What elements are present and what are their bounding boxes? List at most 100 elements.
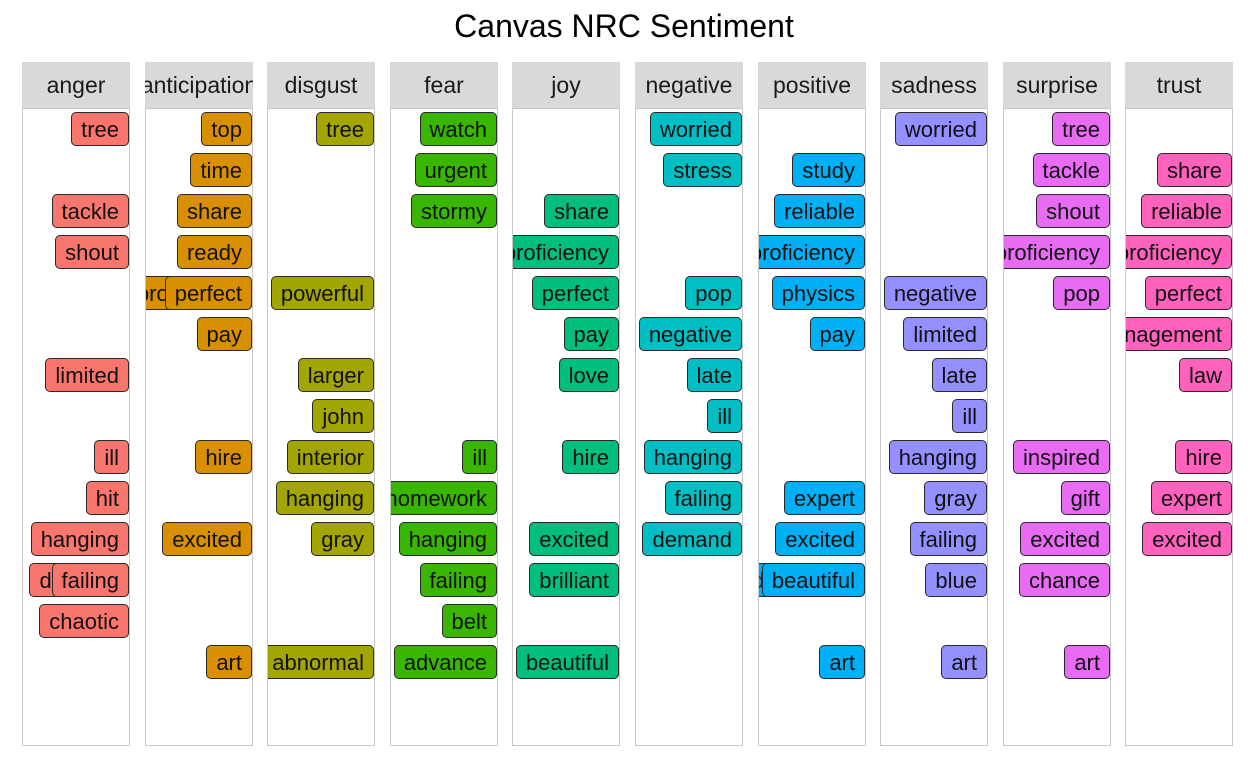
- facet-strip: disgust: [267, 62, 375, 108]
- word-label: ill: [952, 399, 987, 433]
- word-label: hanging: [275, 481, 374, 515]
- facet-plot-area: watch urgent stormy ill homework hanging faili…: [390, 108, 498, 746]
- word-label: reliable: [1141, 194, 1232, 228]
- word-label: excited: [162, 522, 252, 556]
- word-label: john: [312, 399, 374, 433]
- word-label: proficiency: [1004, 235, 1110, 269]
- word-label: hit: [85, 481, 129, 515]
- word-label: ill: [707, 399, 742, 433]
- word-label: hanging: [888, 440, 987, 474]
- word-label: beautiful: [761, 563, 865, 597]
- facet-panel-anticipation: anticipationtoptimesharereadyproficiency…: [145, 62, 253, 746]
- facet-plot-area: study reliable proficiency physics pay expert…: [758, 108, 866, 746]
- word-label: blue: [925, 563, 987, 597]
- word-label: limited: [45, 358, 129, 392]
- word-label: gray: [924, 481, 987, 515]
- word-label: larger: [297, 358, 374, 392]
- word-label: belt: [441, 604, 497, 638]
- facet-plot-area: worried negative limited late ill hanging gray…: [880, 108, 988, 746]
- facet-label: positive: [773, 71, 851, 98]
- word-label: proficiency: [759, 235, 865, 269]
- word-label: art: [1064, 645, 1110, 679]
- facet-plot-area: sharereliableproficiencypayperfectmanage…: [1125, 108, 1233, 746]
- word-label: art: [819, 645, 865, 679]
- word-label: tackle: [51, 194, 129, 228]
- word-label: inspired: [1012, 440, 1110, 474]
- word-label: proficiency: [513, 235, 619, 269]
- facet-panel-positive: positive study reliable proficiency physics p…: [758, 62, 866, 746]
- word-label: reliable: [774, 194, 865, 228]
- facet-plot-area: toptimesharereadyproficiencyperfectpayhi…: [145, 108, 253, 746]
- facet-label: disgust: [284, 71, 358, 98]
- word-label: management: [1126, 317, 1232, 351]
- word-label: hire: [195, 440, 252, 474]
- facet-label: negative: [645, 71, 733, 98]
- facet-panel-disgust: disgusttreepowerfullargerjohninteriorhel…: [267, 62, 375, 746]
- word-label: hire: [562, 440, 619, 474]
- word-label: shout: [1036, 194, 1110, 228]
- facet-panel-surprise: surprise tree tackle shout proficiency pop ins…: [1003, 62, 1111, 746]
- facet-label: trust: [1156, 71, 1202, 98]
- facet-label: joy: [551, 71, 581, 98]
- word-label: art: [941, 645, 987, 679]
- word-label: perfect: [1144, 276, 1232, 310]
- word-label: study: [792, 153, 865, 187]
- word-label: negative: [883, 276, 987, 310]
- facet-strip: joy: [512, 62, 620, 108]
- word-label: pay: [196, 317, 252, 351]
- word-label: advance: [393, 645, 497, 679]
- word-label: art: [206, 645, 252, 679]
- facet-panels: anger tree tackle shout limited ill hit hanging…: [0, 0, 1248, 768]
- word-label: demand: [642, 522, 742, 556]
- word-label: expert: [783, 481, 865, 515]
- facet-strip: trust: [1125, 62, 1233, 108]
- word-label: pop: [685, 276, 742, 310]
- word-label: homework: [391, 481, 497, 515]
- word-label: expert: [1150, 481, 1232, 515]
- word-label: pop: [1053, 276, 1110, 310]
- word-label: interior: [286, 440, 374, 474]
- word-label: pay: [809, 317, 865, 351]
- facet-strip: positive: [758, 62, 866, 108]
- facet-strip: sadness: [880, 62, 988, 108]
- word-label: ready: [176, 235, 252, 269]
- facet-plot-area: treepowerfullargerjohninteriorhellhangin…: [267, 108, 375, 746]
- word-label: ill: [462, 440, 497, 474]
- word-label: stress: [663, 153, 742, 187]
- word-label: failing: [664, 481, 742, 515]
- word-label: tree: [1052, 112, 1110, 146]
- facet-strip: surprise: [1003, 62, 1111, 108]
- word-label: share: [176, 194, 252, 228]
- word-label: chaotic: [39, 604, 129, 638]
- word-label: excited: [1020, 522, 1110, 556]
- word-label: chance: [1019, 563, 1110, 597]
- word-label: negative: [638, 317, 742, 351]
- facet-plot-area: worried stress pop negative late ill hanging fa…: [635, 108, 743, 746]
- facet-label: sadness: [891, 71, 977, 98]
- word-label: law: [1178, 358, 1232, 392]
- facet-strip: fear: [390, 62, 498, 108]
- facet-panel-negative: negative worried stress pop negative late ill h…: [635, 62, 743, 746]
- word-label: hire: [1175, 440, 1232, 474]
- facet-plot-area: treetackleshoutlimitedillhithangingdeman…: [22, 108, 130, 746]
- facet-plot-area: share proficiency perfect pay love hire excite…: [512, 108, 620, 746]
- word-label: tree: [316, 112, 374, 146]
- word-label: excited: [775, 522, 865, 556]
- word-label: worried: [649, 112, 742, 146]
- facet-plot-area: tree tackle shout proficiency pop inspired gif…: [1003, 108, 1111, 746]
- word-label: love: [558, 358, 619, 392]
- word-label: abnormal: [268, 645, 374, 679]
- word-label: tackle: [1032, 153, 1110, 187]
- word-label: beautiful: [515, 645, 619, 679]
- word-label: failing: [419, 563, 497, 597]
- word-label: share: [543, 194, 619, 228]
- word-label: perfect: [164, 276, 252, 310]
- word-label: watch: [419, 112, 497, 146]
- word-label: powerful: [270, 276, 374, 310]
- facet-panel-sadness: sadness worried negative limited late ill hang…: [880, 62, 988, 746]
- word-label: gray: [311, 522, 374, 556]
- word-label: ill: [94, 440, 129, 474]
- facet-strip: anger: [22, 62, 130, 108]
- word-label: share: [1156, 153, 1232, 187]
- word-label: hanging: [30, 522, 129, 556]
